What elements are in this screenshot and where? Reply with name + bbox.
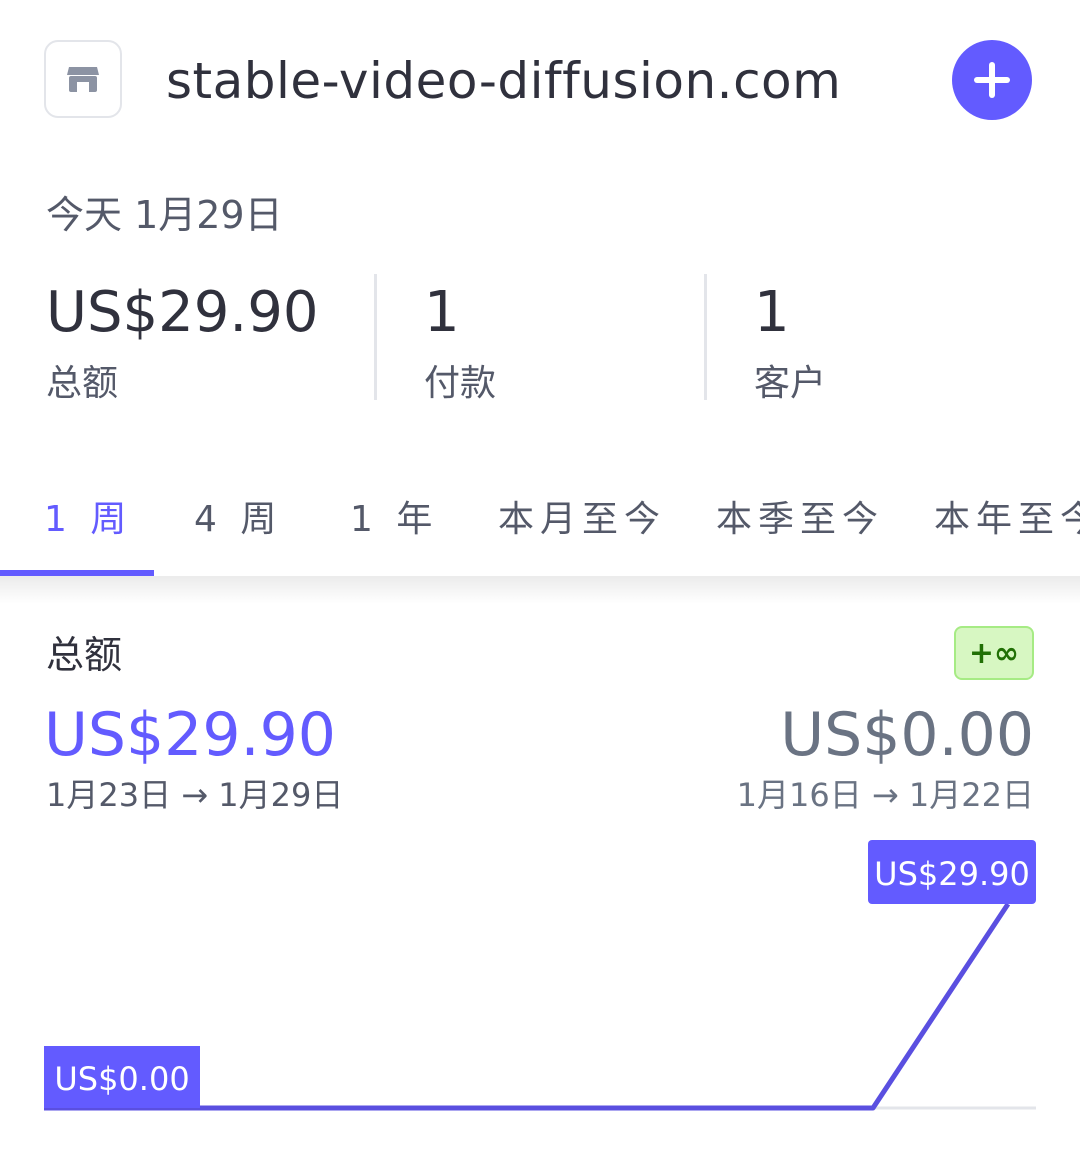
start-value-label: US$0.00 [44,1046,200,1108]
end-value-label: US$29.90 [868,840,1036,904]
end-label-text: US$29.90 [874,855,1030,893]
dashboard-page: stable-video-diffusion.com 今天 1月29日 US$2… [0,0,1080,1153]
total-line-chart[interactable]: US$0.00 US$29.90 [0,0,1080,1153]
start-label-text: US$0.00 [54,1060,189,1098]
